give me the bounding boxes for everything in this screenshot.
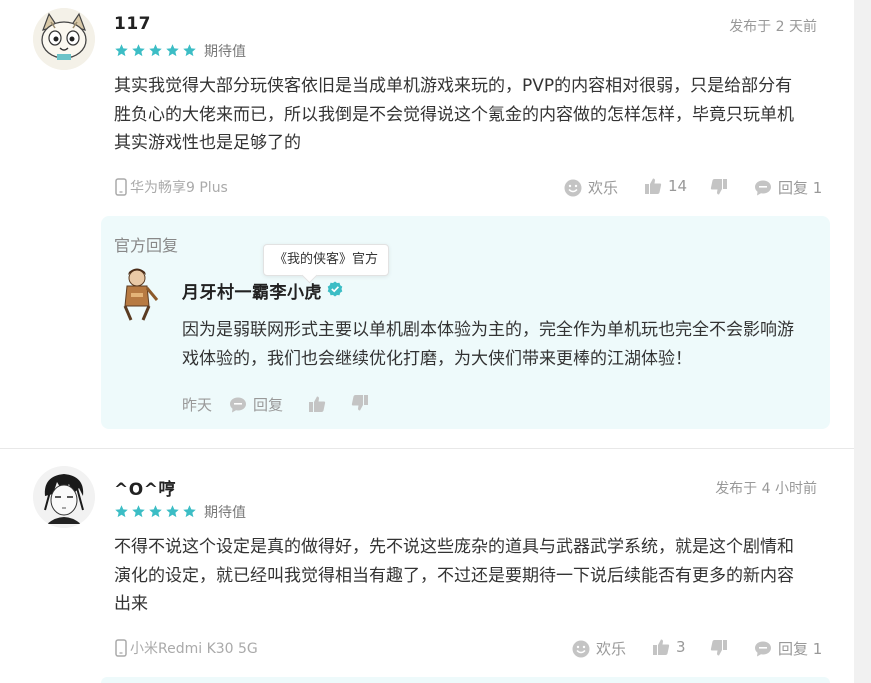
star-icon — [115, 505, 128, 518]
rating-label: 期待值 — [204, 505, 246, 521]
official-reply-box: 官方回复 月牙村一霸李小虎 因为是弱联网形式主要以单机剧本体验为主的，完全作为单… — [101, 216, 830, 429]
official-reply-label: 回复 — [253, 396, 284, 414]
comment-body: 其实我觉得大部分玩侠客依旧是当成单机游戏来玩的，PVP的内容相对很弱，只是给部分… — [114, 72, 824, 158]
star-icon — [166, 505, 179, 518]
fun-label: 欢乐 — [588, 179, 619, 197]
official-dislike-button[interactable] — [351, 394, 369, 412]
post-time: 发布于 2 天前 — [729, 19, 817, 35]
thumbs-down-icon — [710, 179, 727, 195]
post-time: 发布于 4 小时前 — [715, 481, 817, 497]
official-tooltip: 《我的侠客》官方 — [263, 244, 390, 276]
device-name: 华为畅享9 Plus — [130, 180, 228, 196]
comment-line: 演化的设定，就已经叫我觉得相当有趣了，不过还是要期待一下说后续能否有更多的新内容 — [114, 565, 794, 586]
comment-line: 胜负心的大佬来而已，所以我倒是不会觉得说这个氪金的内容做的怎样怎样，毕竟只玩单机 — [114, 104, 794, 125]
verified-badge-icon — [327, 281, 343, 297]
fun-label: 欢乐 — [596, 640, 627, 658]
reply-line: 因为是弱联网形式主要以单机剧本体验为主的，完全作为单机玩也完全不会影响游 — [182, 320, 794, 340]
star-icon — [132, 505, 145, 518]
comment-line: 出来 — [114, 594, 148, 614]
thumbs-up-icon — [309, 396, 326, 412]
dislike-button[interactable] — [710, 639, 728, 657]
divider — [0, 448, 854, 449]
like-count: 3 — [676, 638, 686, 656]
official-reply-label: 官方回复 — [114, 236, 179, 255]
thumbs-down-icon — [351, 395, 368, 411]
dislike-button[interactable] — [710, 178, 728, 196]
avatar[interactable] — [33, 466, 95, 528]
reply-label: 回复 1 — [778, 179, 823, 197]
next-reply-box — [101, 677, 830, 683]
comment-line: 其实我觉得大部分玩侠客依旧是当成单机游戏来玩的，PVP的内容相对很弱，只是给部分… — [114, 76, 793, 96]
smile-icon — [564, 179, 582, 196]
chat-bubble-icon — [755, 180, 771, 195]
fun-button[interactable]: 欢乐 — [572, 638, 626, 659]
scrollbar[interactable] — [854, 0, 871, 683]
device-name: 小米Redmi K30 5G — [130, 641, 258, 657]
rating-stars — [114, 504, 197, 519]
chat-bubble-icon — [755, 641, 771, 656]
username[interactable]: 117 — [114, 14, 151, 34]
smile-icon — [572, 640, 590, 657]
like-button[interactable]: 14 — [644, 177, 687, 195]
phone-icon — [115, 178, 127, 196]
official-reply-body: 因为是弱联网形式主要以单机剧本体验为主的，完全作为单机玩也完全不会影响游 戏体验… — [182, 316, 822, 373]
avatar[interactable] — [33, 8, 95, 70]
comment-body: 不得不说这个设定是真的做得好，先不说这些庞杂的道具与武器武学系统，就是这个剧情和… — [114, 533, 824, 619]
star-icon — [166, 44, 179, 57]
reply-time: 昨天 — [182, 396, 213, 414]
reply-label: 回复 1 — [778, 640, 823, 658]
thumbs-up-icon — [645, 178, 662, 194]
rating-label: 期待值 — [204, 44, 246, 60]
rating-stars — [114, 43, 197, 58]
official-avatar[interactable] — [113, 266, 161, 322]
comment-line: 不得不说这个设定是真的做得好，先不说这些庞杂的道具与武器武学系统，就是这个剧情和 — [114, 537, 794, 557]
thumbs-up-icon — [653, 639, 670, 655]
thumbs-down-icon — [710, 640, 727, 656]
official-reply-button[interactable]: 回复 — [229, 394, 283, 415]
like-count: 14 — [668, 177, 688, 195]
star-icon — [115, 44, 128, 57]
official-author[interactable]: 月牙村一霸李小虎 — [182, 278, 322, 303]
comment-line: 其实游戏性也是足够了的 — [114, 133, 301, 153]
star-icon — [183, 44, 196, 57]
star-icon — [132, 44, 145, 57]
phone-icon — [115, 639, 127, 657]
device-info: 华为畅享9 Plus — [114, 177, 228, 197]
reply-button[interactable]: 回复 1 — [754, 177, 822, 198]
chat-bubble-icon — [230, 397, 246, 412]
official-like-button[interactable] — [308, 395, 326, 413]
star-icon — [149, 505, 162, 518]
reply-line: 戏体验的，我们也会继续优化打磨，为大侠们带来更棒的江湖体验！ — [182, 348, 692, 369]
fun-button[interactable]: 欢乐 — [564, 177, 618, 198]
star-icon — [149, 44, 162, 57]
reply-button[interactable]: 回复 1 — [754, 638, 822, 659]
star-icon — [183, 505, 196, 518]
like-button[interactable]: 3 — [652, 638, 686, 656]
username[interactable]: ^O^哼 — [114, 475, 176, 500]
device-info: 小米Redmi K30 5G — [114, 638, 258, 658]
